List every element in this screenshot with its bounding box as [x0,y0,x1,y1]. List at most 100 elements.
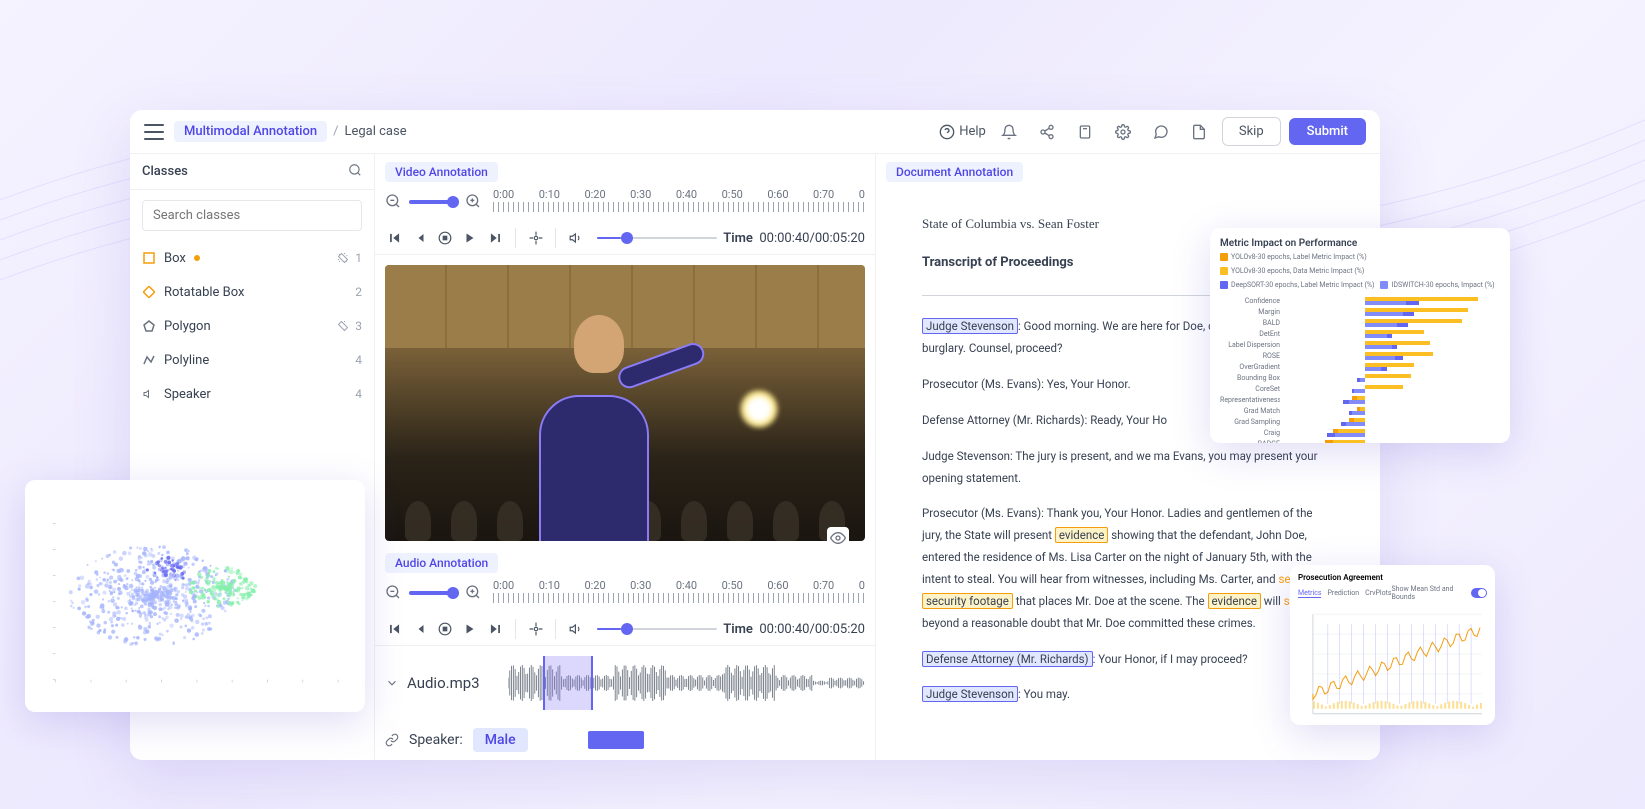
annotation-evidence[interactable]: evidence [1208,593,1261,609]
class-label: Rotatable Box [164,285,244,300]
audio-filename: Audio.mp3 [407,674,480,692]
class-count: 4 [355,387,362,401]
time-display: Time 00:00:40/00:05:20 [723,622,865,637]
tab-crvplots[interactable]: CrvPlots [1365,589,1391,598]
skip-fwd-icon[interactable] [486,617,505,641]
help-link[interactable]: Help [939,124,986,140]
bell-icon[interactable] [994,117,1024,147]
box-icon [142,251,156,265]
tick: 0:70 [813,188,834,201]
skip-fwd-icon[interactable] [486,226,505,250]
doc-para: Defense Attorney (Mr. Richards): Your Ho… [922,649,1334,671]
menu-icon[interactable] [144,124,164,140]
stop-icon[interactable] [435,226,454,250]
comment-icon[interactable] [1146,117,1176,147]
class-item-polygon[interactable]: Polygon 3 [130,309,374,343]
class-item-speaker[interactable]: Speaker 4 [130,377,374,411]
tick: 0:30 [630,579,651,592]
waveform[interactable] [508,656,865,710]
annotation-speaker[interactable]: Judge Stevenson [922,318,1018,334]
zoom-out-icon[interactable] [385,584,403,602]
zoom-slider[interactable] [409,591,459,595]
share-icon[interactable] [1032,117,1062,147]
chart-legend: YOLOv8-30 epochs, Label Metric Impact (%… [1220,253,1500,289]
zoom-in-icon[interactable] [465,193,483,211]
spotlight [739,389,779,429]
tick: 0:10 [539,579,560,592]
zoom-control [385,193,483,211]
tick: 0:10 [539,188,560,201]
breadcrumb-sep: / [333,124,338,139]
tick: 0:70 [813,579,834,592]
zoom-slider[interactable] [409,200,459,204]
metric-impact-card[interactable]: Metric Impact on Performance YOLOv8-30 e… [1210,228,1510,443]
doc-para: Judge Stevenson: The jury is present, an… [922,446,1334,490]
skip-button[interactable]: Skip [1222,117,1281,146]
annotation-speaker[interactable]: Defense Attorney (Mr. Richards) [922,651,1093,667]
class-item-polyline[interactable]: Polyline 4 [130,343,374,377]
tick: 0:50 [722,579,743,592]
tick: 0:00 [493,188,514,201]
linechart-header: Prosecution Agreement [1298,573,1487,582]
gear-icon[interactable] [526,226,545,250]
audio-section: Audio.mp3 Speaker: Male [375,646,875,760]
class-item-rotatable-box[interactable]: Rotatable Box 2 [130,275,374,309]
video-annotation-tag: Video Annotation [385,162,498,182]
embedding-cluster-card[interactable] [25,480,365,712]
search-field[interactable] [153,208,351,223]
annotation-speaker[interactable]: Judge Stevenson [922,686,1018,702]
breadcrumb: Multimodal Annotation / Legal case [174,121,407,142]
speaker-segment[interactable] [588,731,644,749]
zoom-in-icon[interactable] [465,584,483,602]
chart-title: Prosecution Agreement [1298,573,1383,582]
document-annotation-tag: Document Annotation [886,162,1023,182]
play-icon[interactable] [461,617,480,641]
skip-back-icon[interactable] [385,226,404,250]
bounds-toggle[interactable] [1471,588,1487,598]
prosecution-agreement-card[interactable]: Prosecution Agreement Metrics Prediction… [1290,565,1495,725]
clipboard-icon[interactable] [1070,117,1100,147]
prev-icon[interactable] [410,226,429,250]
status-dot [194,255,200,261]
submit-button[interactable]: Submit [1289,118,1366,145]
tab-prediction[interactable]: Prediction [1327,589,1359,598]
zoom-control [385,584,483,602]
center-panel: Video Annotation 0:000:100:200:300:400:5… [375,154,875,760]
doc-para: Prosecutor (Ms. Evans): Thank you, Your … [922,503,1334,634]
tab-metrics[interactable]: Metrics [1298,589,1321,598]
breadcrumb-app[interactable]: Multimodal Annotation [174,121,327,142]
waveform-selection[interactable] [543,656,593,710]
audio-ruler[interactable]: 0:000:100:200:300:400:500:600:700 [493,579,865,607]
class-label: Speaker [164,387,211,402]
play-icon[interactable] [461,226,480,250]
audio-file-row[interactable]: Audio.mp3 [385,646,865,720]
breadcrumb-current: Legal case [344,124,406,139]
polyline-icon [142,353,156,367]
speaker-value[interactable]: Male [473,728,528,752]
search-input[interactable] [142,200,362,231]
visibility-icon[interactable] [827,527,849,553]
topbar: Multimodal Annotation / Legal case Help … [130,110,1380,154]
tick: 0:60 [767,579,788,592]
video-ruler[interactable]: 0:000:100:200:300:400:500:600:700 [493,188,865,216]
search-icon[interactable] [348,162,362,181]
volume-slider[interactable] [597,628,717,630]
annotation-evidence[interactable]: security footage [922,593,1013,609]
gear-icon[interactable] [526,617,545,641]
volume-icon[interactable] [566,617,585,641]
chart-title: Metric Impact on Performance [1220,238,1500,249]
video-frame[interactable] [385,265,865,541]
volume-slider[interactable] [597,237,717,239]
tick: 0:50 [722,188,743,201]
class-item-box[interactable]: Box 1 [130,241,374,275]
zoom-out-icon[interactable] [385,193,403,211]
skip-back-icon[interactable] [385,617,404,641]
annotation-evidence[interactable]: evidence [1055,527,1108,543]
stop-icon[interactable] [435,617,454,641]
volume-icon[interactable] [566,226,585,250]
wand-icon [337,252,349,264]
document-icon[interactable] [1184,117,1214,147]
settings-icon[interactable] [1108,117,1138,147]
chart-tabs: Metrics Prediction CrvPlots [1298,589,1391,598]
prev-icon[interactable] [410,617,429,641]
